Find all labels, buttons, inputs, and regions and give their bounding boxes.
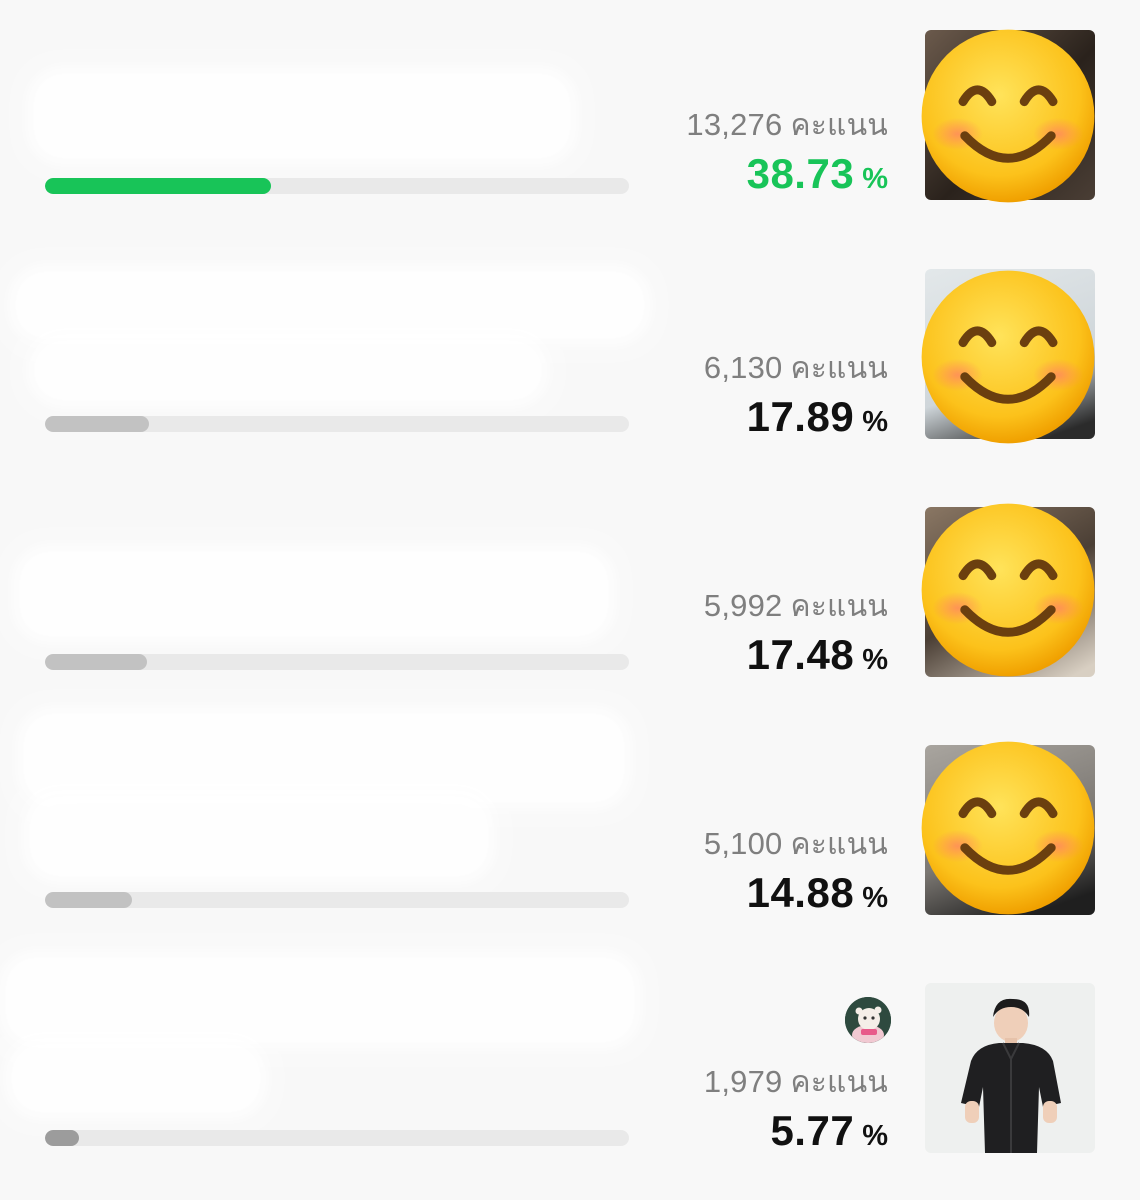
percentage-value: 5.77	[770, 1107, 855, 1154]
smiling-face-emoji-icon	[921, 503, 1095, 677]
percent-sign: %	[862, 644, 888, 676]
candidate-row[interactable]: 5,992 คะแนน 17.48%	[0, 476, 1140, 714]
poll-results: 13,276 คะแนน 38.73% 6,130 คะแนน 17.89 % …	[0, 0, 1140, 1200]
vote-bar-fill	[45, 892, 132, 908]
vote-count: 5,100 คะแนน	[704, 821, 888, 868]
vote-count: 5,992 คะแนน	[704, 583, 888, 630]
candidate-row[interactable]: 5,100 คะแนน 14.88%	[0, 708, 1140, 952]
redacted-name	[28, 334, 548, 406]
vote-percentage: 38.73%	[747, 150, 888, 198]
vote-count-value: 13,276	[686, 107, 783, 142]
vote-count-value: 6,130	[703, 350, 783, 385]
percentage-value: 17.48	[746, 631, 855, 678]
vote-count: 6,130 คะแนน	[704, 345, 888, 392]
percentage-value: 14.88	[746, 869, 855, 916]
vote-count-value: 5,100	[703, 826, 783, 861]
percent-sign: %	[862, 163, 888, 195]
user-avatar-icon	[845, 997, 891, 1043]
vote-unit-label: คะแนน	[790, 351, 888, 386]
vote-count: 13,276 คะแนน	[686, 102, 888, 149]
vote-bar-fill	[45, 654, 148, 670]
candidate-row[interactable]: 1,979 คะแนน 5.77%	[0, 952, 1140, 1190]
vote-bar-track	[45, 892, 629, 908]
vote-unit-label: คะแนน	[790, 108, 888, 143]
vote-count-value: 5,992	[703, 588, 783, 623]
vote-bar-fill	[45, 416, 150, 432]
vote-unit-label: คะแนน	[790, 1065, 888, 1100]
percentage-value: 38.73	[746, 150, 855, 197]
percent-sign: %	[862, 1120, 888, 1152]
vote-percentage: 17.48%	[747, 631, 888, 679]
vote-percentage: 14.88%	[747, 869, 888, 917]
percent-sign: %	[862, 882, 888, 914]
vote-count-value: 1,979	[703, 1064, 783, 1099]
vote-bar-fill	[45, 1130, 79, 1146]
vote-bar-fill	[45, 178, 272, 194]
candidate-photo	[925, 983, 1095, 1153]
vote-unit-label: คะแนน	[790, 827, 888, 862]
candidate-row[interactable]: 6,130 คะแนน 17.89%	[0, 238, 1140, 476]
vote-percentage: 5.77%	[770, 1107, 888, 1155]
vote-bar-track	[45, 178, 629, 194]
redacted-name	[6, 1038, 266, 1118]
redacted-name	[0, 952, 640, 1048]
redacted-name	[28, 68, 576, 164]
vote-bar-track	[45, 654, 629, 670]
vote-percentage: 17.89%	[747, 393, 888, 441]
smiling-face-emoji-icon	[921, 270, 1095, 444]
redacted-name	[24, 790, 494, 882]
smiling-face-emoji-icon	[921, 741, 1095, 915]
candidate-row[interactable]: 13,276 คะแนน 38.73%	[0, 0, 1140, 238]
vote-bar-track	[45, 416, 629, 432]
percent-sign: %	[862, 406, 888, 438]
smiling-face-emoji-icon	[921, 29, 1095, 203]
vote-bar-track	[45, 1130, 629, 1146]
redacted-name	[14, 546, 614, 642]
vote-unit-label: คะแนน	[790, 589, 888, 624]
percentage-value: 17.89	[746, 393, 855, 440]
vote-count: 1,979 คะแนน	[704, 1059, 888, 1106]
redacted-name	[10, 266, 650, 344]
